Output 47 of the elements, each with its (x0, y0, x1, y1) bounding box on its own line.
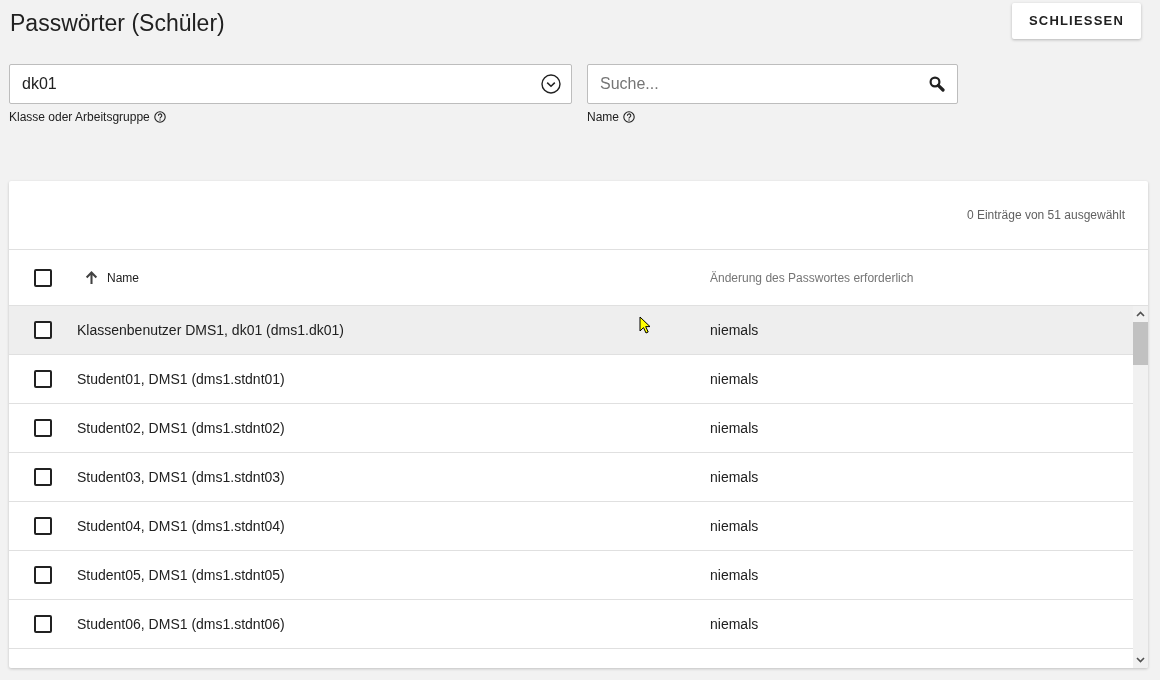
scroll-down-icon[interactable] (1136, 657, 1145, 663)
scroll-up-icon[interactable] (1136, 311, 1145, 317)
password-change-cell: niemals (710, 468, 759, 485)
password-change-cell: niemals (710, 370, 759, 387)
page-title: Passwörter (Schüler) (10, 9, 225, 38)
column-header[interactable]: Änderung des Passwortes erforderlich (710, 268, 914, 287)
class-select[interactable]: dk01 (9, 64, 572, 104)
checkbox[interactable] (34, 566, 52, 584)
checkbox[interactable] (34, 370, 52, 388)
user-name-cell: Student02, DMS1 (dms1.stdnt02) (77, 419, 285, 436)
user-name-cell: Student04, DMS1 (dms1.stdnt04) (77, 517, 285, 534)
selection-count: 0 Einträge von 51 ausgewählt (966, 207, 1125, 224)
user-name-cell: Student01, DMS1 (dms1.stdnt01) (77, 370, 285, 387)
scrollbar-thumb[interactable] (1133, 322, 1148, 365)
close-button[interactable]: SCHLIESSEN (1011, 3, 1141, 39)
password-change-cell: niemals (710, 517, 759, 534)
password-change-cell: niemals (710, 321, 759, 338)
mouse-pointer-icon (639, 316, 651, 334)
search-field[interactable]: Suche... (587, 64, 958, 104)
dropdown-chevron-icon[interactable] (541, 74, 561, 94)
table-row[interactable]: Student05, DMS1 (dms1.stdnt05) niemals (9, 551, 1133, 600)
field-label: Name (587, 110, 619, 124)
checkbox[interactable] (34, 615, 52, 633)
checkbox[interactable] (34, 321, 52, 339)
search-icon[interactable] (929, 76, 945, 92)
table-row[interactable]: Student03, DMS1 (dms1.stdnt03) niemals (9, 453, 1133, 502)
user-name-cell: Student05, DMS1 (dms1.stdnt05) (77, 566, 285, 583)
checkbox[interactable] (34, 517, 52, 535)
column-header[interactable]: Name (77, 268, 139, 287)
table-row[interactable]: Student06, DMS1 (dms1.stdnt06) niemals (9, 600, 1133, 649)
user-name-cell: Student03, DMS1 (dms1.stdnt03) (77, 468, 285, 485)
table-row[interactable]: Student04, DMS1 (dms1.stdnt04) niemals (9, 502, 1133, 551)
help-icon[interactable] (623, 111, 635, 123)
checkbox[interactable] (34, 268, 52, 287)
scrollbar[interactable] (1133, 306, 1148, 668)
field-label: Klasse oder Arbeitsgruppe (9, 110, 150, 124)
table-row[interactable]: Student02, DMS1 (dms1.stdnt02) niemals (9, 404, 1133, 453)
checkbox[interactable] (34, 468, 52, 486)
password-change-cell: niemals (710, 615, 759, 632)
help-icon[interactable] (153, 111, 166, 123)
password-change-cell: niemals (710, 419, 759, 436)
checkbox[interactable] (34, 419, 52, 437)
table-row[interactable]: Student01, DMS1 (dms1.stdnt01) niemals (9, 355, 1133, 404)
table-row[interactable]: Klassenbenutzer DMS1, dk01 (dms1.dk01) niemals (9, 306, 1133, 355)
user-name-cell: Student06, DMS1 (dms1.stdnt06) (77, 615, 285, 632)
password-change-cell: niemals (710, 566, 759, 583)
user-name-cell: Klassenbenutzer DMS1, dk01 (dms1.dk01) (77, 321, 344, 338)
